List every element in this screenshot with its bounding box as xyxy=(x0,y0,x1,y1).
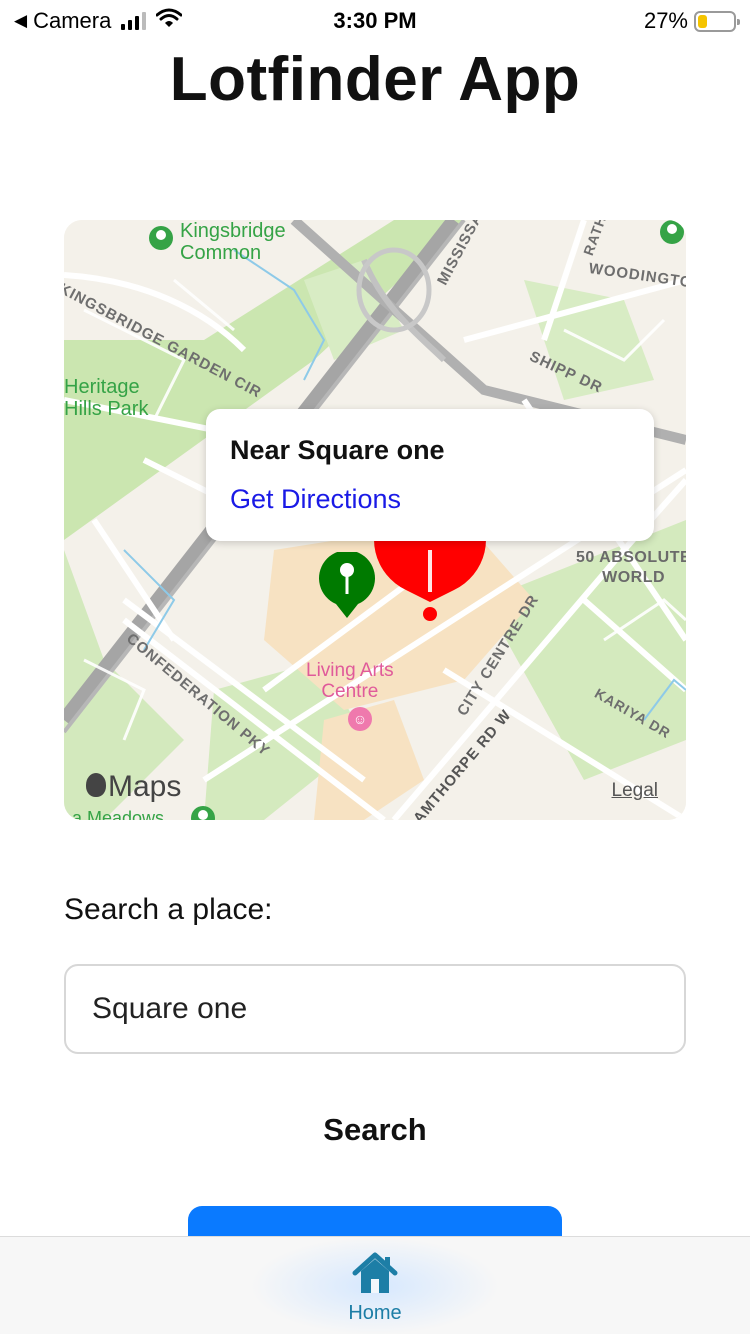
maps-logo-text: Maps xyxy=(108,770,182,803)
status-bar-time: 3:30 PM xyxy=(333,8,417,33)
tab-bar: Home xyxy=(0,1236,750,1334)
battery-icon xyxy=(694,10,740,32)
search-button[interactable]: Search xyxy=(0,1112,750,1148)
park-icon xyxy=(149,226,173,250)
map-label-absolute-world: 50 ABSOLUTE WORLD xyxy=(576,549,686,586)
park-icon xyxy=(660,220,684,244)
map-view[interactable]: ☺ Kingsbridge Common KINGSBRIDGE GARDEN … xyxy=(64,220,686,820)
apple-logo-icon xyxy=(86,773,106,797)
current-location-pin-icon[interactable] xyxy=(318,552,376,622)
map-label-meadows: a Meadows xyxy=(72,808,165,820)
legal-link[interactable]: Legal xyxy=(612,780,659,802)
battery-level-fill xyxy=(698,14,708,28)
callout-title: Near Square one xyxy=(230,435,445,465)
status-bar-right: 27% xyxy=(643,8,740,34)
map-callout[interactable]: Near Square one Get Directions xyxy=(206,409,654,541)
house-icon xyxy=(352,1252,398,1293)
search-label: Search a place: xyxy=(64,893,273,926)
tab-home[interactable]: Home xyxy=(325,1251,425,1325)
map-label-living-arts-centre: Living Arts Centre xyxy=(306,660,394,702)
tab-home-label: Home xyxy=(348,1302,402,1324)
battery-percent: 27% xyxy=(643,8,688,33)
apple-maps-logo: Maps xyxy=(86,770,181,804)
theatre-icon: ☺ xyxy=(348,707,372,731)
search-input[interactable] xyxy=(64,964,686,1054)
status-bar: ◀ Camera 3:30 PM 27% xyxy=(0,0,750,40)
app-title: Lotfinder App xyxy=(169,45,581,114)
map-label-heritage-hills: Heritage Hills Park xyxy=(64,376,149,420)
get-directions-link[interactable]: Get Directions xyxy=(230,484,630,515)
map-label-kingsbridge-common: Kingsbridge Common xyxy=(180,220,286,264)
